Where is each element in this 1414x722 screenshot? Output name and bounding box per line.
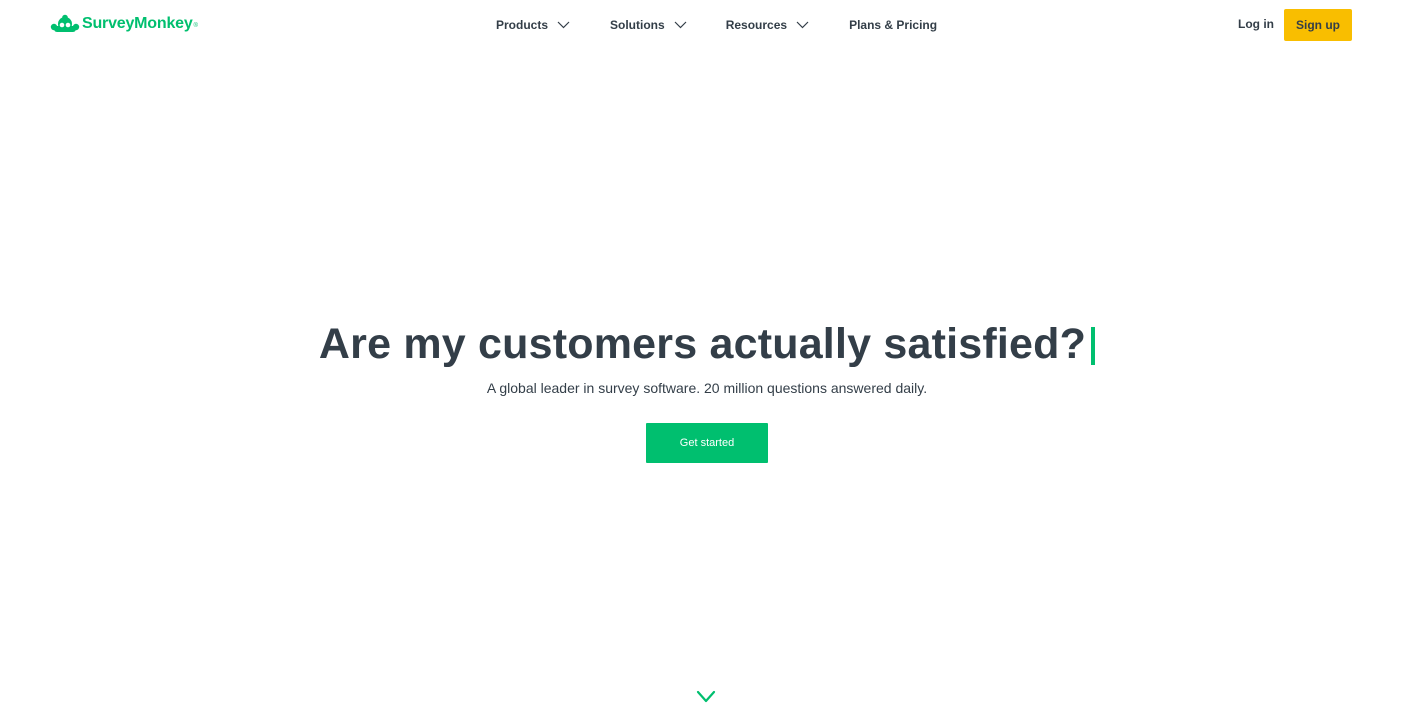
cta-wrapper: Get started: [0, 423, 1414, 463]
nav-resources[interactable]: Resources: [726, 18, 809, 32]
chevron-down-icon: [674, 21, 687, 29]
hero-section: Are my customers actually satisfied? A g…: [0, 318, 1414, 463]
scroll-down-chevron-icon[interactable]: [696, 690, 716, 704]
hero-headline: Are my customers actually satisfied?: [318, 319, 1087, 368]
signup-button[interactable]: Sign up: [1284, 9, 1352, 41]
nav-plans-pricing[interactable]: Plans & Pricing: [849, 18, 937, 32]
headline-wrapper: Are my customers actually satisfied?: [318, 318, 1096, 370]
page: SurveyMonkey ® Products Solutions Resour…: [0, 0, 1414, 722]
login-link[interactable]: Log in: [1238, 17, 1274, 31]
logo-wordmark: SurveyMonkey: [82, 15, 193, 32]
nav-solutions[interactable]: Solutions: [610, 18, 687, 32]
logo-trademark: ®: [193, 23, 198, 29]
site-header: SurveyMonkey ® Products Solutions Resour…: [0, 0, 1414, 50]
typing-cursor: [1091, 326, 1096, 365]
nav-solutions-label: Solutions: [610, 18, 665, 32]
hero-subheadline: A global leader in survey software. 20 m…: [486, 380, 928, 396]
chevron-down-icon: [557, 21, 570, 29]
nav-products[interactable]: Products: [496, 18, 570, 32]
monkey-logo-icon: [50, 14, 80, 32]
surveymonkey-logo[interactable]: SurveyMonkey ®: [50, 12, 198, 36]
chevron-down-icon: [796, 21, 809, 29]
get-started-button[interactable]: Get started: [646, 423, 768, 463]
nav-plans-pricing-label: Plans & Pricing: [849, 18, 938, 32]
nav-resources-label: Resources: [725, 18, 788, 32]
main-nav: Products Solutions Resources Plans & Pri…: [496, 16, 937, 34]
nav-products-label: Products: [496, 18, 549, 32]
